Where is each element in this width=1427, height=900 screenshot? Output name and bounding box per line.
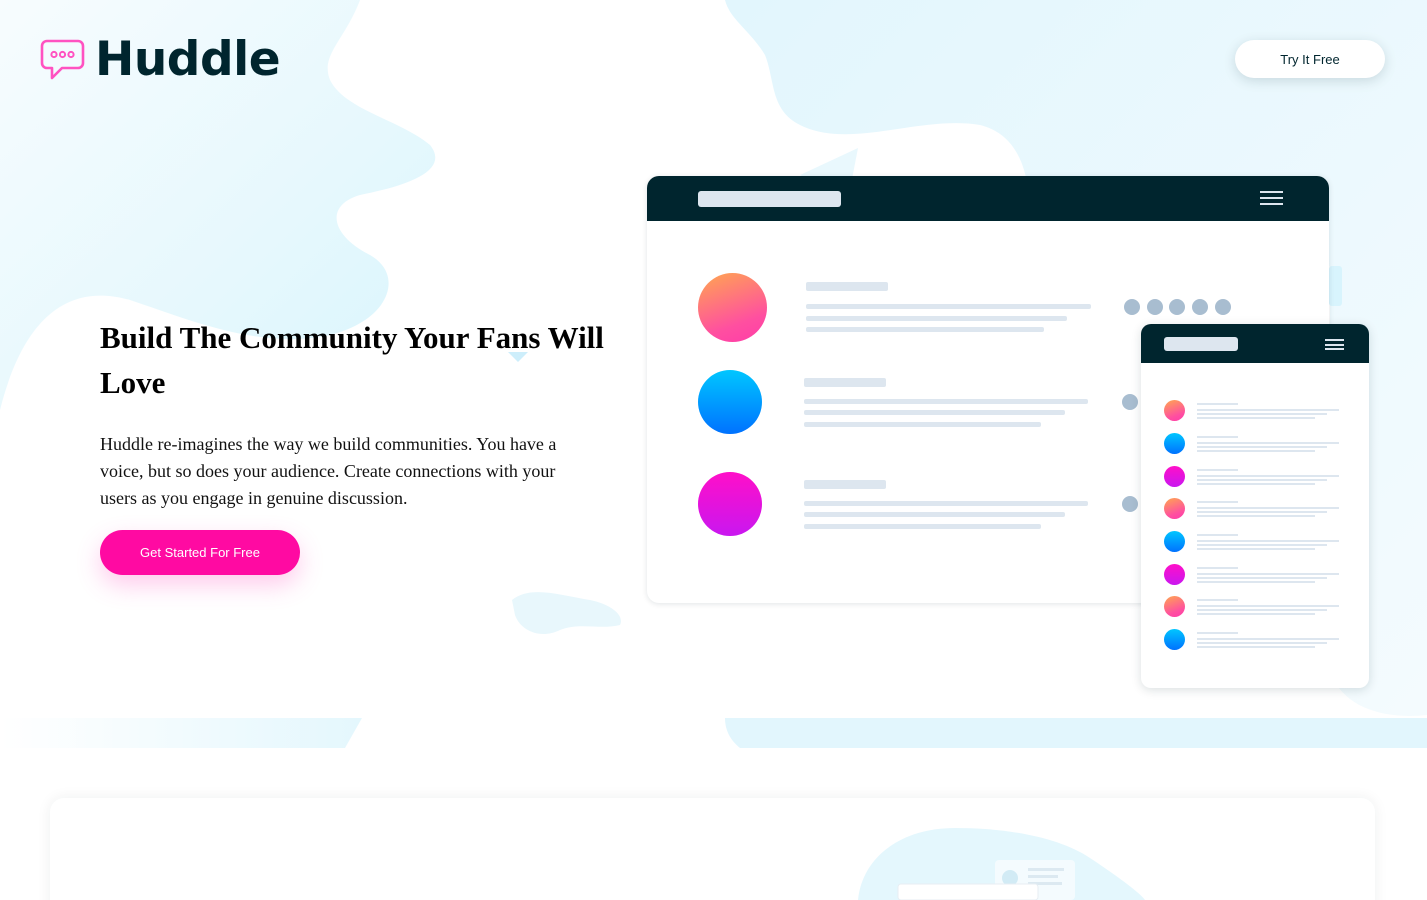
avatar	[698, 370, 762, 434]
mockup-title-placeholder	[698, 191, 841, 207]
mobile-list-item	[1141, 596, 1369, 620]
feature-illustration	[858, 828, 1145, 900]
try-it-free-button[interactable]: Try It Free	[1235, 40, 1385, 78]
feature-card	[50, 798, 1375, 900]
mockup-top-bar	[647, 176, 1329, 221]
mobile-list-item	[1141, 400, 1369, 424]
avatar	[698, 273, 767, 342]
mobile-list-item	[1141, 466, 1369, 490]
mobile-list-item	[1141, 498, 1369, 522]
mobile-title-placeholder	[1164, 337, 1238, 351]
logo[interactable]: Huddle	[40, 32, 281, 87]
hamburger-menu-icon	[1325, 339, 1344, 350]
mobile-list-item	[1141, 564, 1369, 588]
chat-bubble-icon	[40, 39, 85, 79]
hamburger-menu-icon	[1260, 191, 1283, 205]
mobile-mockup-illustration	[1141, 324, 1369, 688]
logo-text: Huddle	[95, 32, 281, 87]
hero-description: Huddle re-imagines the way we build comm…	[100, 434, 557, 508]
mobile-mockup-top-bar	[1141, 324, 1369, 363]
avatar	[698, 472, 762, 536]
mobile-list-item	[1141, 433, 1369, 457]
hero-title: Build The Community Your Fans Will Love	[100, 320, 604, 400]
mobile-list-item	[1141, 629, 1369, 653]
mobile-list-item	[1141, 531, 1369, 555]
get-started-button[interactable]: Get Started For Free	[100, 530, 300, 575]
